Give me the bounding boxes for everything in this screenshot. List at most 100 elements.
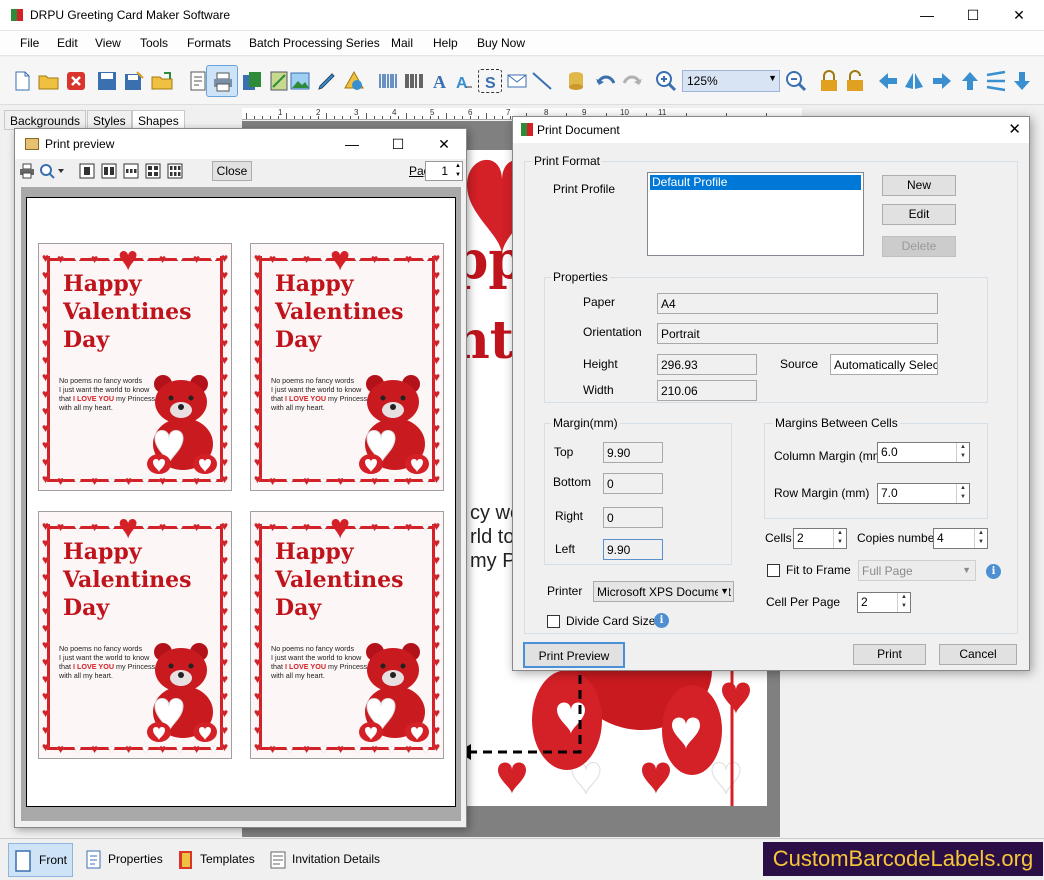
zoom-in-icon[interactable]	[654, 69, 678, 93]
symbol-icon[interactable]: S	[478, 69, 502, 93]
barcode-icon[interactable]	[376, 69, 400, 93]
zoom-select[interactable]: 125% ▼	[682, 70, 780, 92]
pencil-icon[interactable]	[315, 69, 339, 93]
stepper-arrows-icon[interactable]: ▲ ▼	[956, 484, 969, 503]
cells-stepper[interactable]: 2 ▲ ▼	[793, 528, 847, 549]
print-preview-button[interactable]: Print Preview	[523, 642, 625, 668]
pp-three-pages-icon[interactable]	[123, 163, 139, 179]
unlock-icon[interactable]	[843, 69, 867, 93]
orientation-field[interactable]: Portrait	[657, 323, 938, 344]
tab-templates[interactable]: Templates	[172, 843, 262, 877]
lock-icon[interactable]	[817, 69, 841, 93]
printer-select[interactable]: Microsoft XPS Document ▼	[593, 581, 734, 602]
margin-left-field[interactable]: 9.90	[603, 539, 663, 560]
delete-profile-button[interactable]: Delete	[882, 236, 956, 257]
pp-close-text-button[interactable]: Close	[212, 161, 252, 181]
divide-card-checkbox[interactable]	[547, 615, 560, 628]
divide-card-info-icon[interactable]: i	[654, 613, 669, 628]
mail-icon[interactable]	[505, 69, 529, 93]
maximize-button[interactable]: ☐	[950, 0, 996, 31]
tab-properties[interactable]: Properties	[80, 843, 170, 877]
wordart-icon[interactable]: A	[452, 69, 476, 93]
shapes-icon[interactable]	[342, 69, 366, 93]
menu-mail[interactable]: Mail	[391, 36, 413, 50]
menu-view[interactable]: View	[95, 36, 121, 50]
tab-front[interactable]: Front	[8, 843, 73, 877]
cell-per-page-stepper[interactable]: 2 ▲ ▼	[857, 592, 911, 613]
width-field[interactable]: 210.06	[657, 380, 757, 401]
pp-page-input[interactable]: 1 ▲ ▼	[425, 161, 463, 181]
new-profile-button[interactable]: New	[882, 175, 956, 196]
menu-edit[interactable]: Edit	[57, 36, 78, 50]
print-button[interactable]: Print	[853, 644, 926, 665]
pp-minimize-button[interactable]: —	[329, 129, 375, 159]
stepper-arrows-icon[interactable]: ▲ ▼	[897, 593, 910, 612]
flip-icon[interactable]	[902, 69, 926, 93]
pp-close-button[interactable]: ✕	[421, 129, 467, 159]
pp-six-pages-icon[interactable]	[167, 163, 183, 179]
close-doc-icon[interactable]	[64, 69, 88, 93]
barcode2-icon[interactable]	[402, 69, 426, 93]
column-margin-stepper[interactable]: 6.0 ▲ ▼	[877, 442, 970, 463]
menu-file[interactable]: File	[20, 36, 39, 50]
picture-icon[interactable]	[288, 69, 312, 93]
open-icon[interactable]	[37, 69, 61, 93]
menu-tools[interactable]: Tools	[140, 36, 168, 50]
undo-icon[interactable]	[594, 69, 618, 93]
menu-batch-processing[interactable]: Batch Processing Series	[249, 36, 380, 50]
margin-bottom-field[interactable]: 0	[603, 473, 663, 494]
dialog-close-icon[interactable]: ✕	[1008, 120, 1021, 138]
align-icon[interactable]	[984, 69, 1008, 93]
new-icon[interactable]	[10, 69, 34, 93]
print-icon[interactable]	[206, 65, 238, 97]
tab-backgrounds[interactable]: Backgrounds	[4, 110, 87, 130]
copies-stepper[interactable]: 4 ▲ ▼	[933, 528, 988, 549]
pp-two-pages-icon[interactable]	[101, 163, 117, 179]
pp-print-icon[interactable]	[19, 163, 35, 179]
paper-field[interactable]: A4	[657, 293, 938, 314]
fit-to-frame-checkbox[interactable]	[767, 564, 780, 577]
ruler-number: 1	[278, 108, 283, 117]
row-margin-stepper[interactable]: 7.0 ▲ ▼	[877, 483, 970, 504]
margin-top-field[interactable]: 9.90	[603, 442, 663, 463]
forward-icon[interactable]	[930, 69, 954, 93]
stepper-arrows-icon[interactable]: ▲ ▼	[956, 443, 969, 462]
save-icon[interactable]	[95, 69, 119, 93]
tab-properties-label: Properties	[108, 852, 163, 866]
margin-right-field[interactable]: 0	[603, 507, 663, 528]
database-icon[interactable]	[564, 69, 588, 93]
back-icon[interactable]	[876, 69, 900, 93]
close-button[interactable]: ✕	[996, 0, 1042, 31]
menu-help[interactable]: Help	[433, 36, 458, 50]
text-icon[interactable]: A	[428, 69, 452, 93]
tab-styles[interactable]: Styles	[87, 110, 132, 130]
fit-to-frame-select[interactable]: Full Page ▼	[858, 560, 976, 581]
edit-profile-button[interactable]: Edit	[882, 204, 956, 225]
print-profile-list[interactable]: Default Profile	[647, 172, 864, 256]
fit-to-frame-info-icon[interactable]: i	[986, 564, 1001, 579]
export-icon[interactable]	[150, 69, 174, 93]
menu-buy-now[interactable]: Buy Now	[477, 36, 525, 50]
line-icon[interactable]	[530, 69, 554, 93]
pp-page-spinner-icon[interactable]: ▲ ▼	[455, 162, 461, 180]
copy-icon[interactable]	[240, 69, 264, 93]
height-field[interactable]: 296.93	[657, 354, 757, 375]
profile-item-default[interactable]: Default Profile	[650, 175, 861, 190]
pp-one-page-icon[interactable]	[79, 163, 95, 179]
source-field[interactable]: Automatically Select	[830, 354, 938, 375]
zoom-out-icon[interactable]	[784, 69, 808, 93]
minimize-button[interactable]: —	[904, 0, 950, 31]
up-icon[interactable]	[958, 69, 982, 93]
pp-zoom-icon[interactable]	[39, 163, 65, 179]
redo-icon[interactable]	[620, 69, 644, 93]
stepper-arrows-icon[interactable]: ▲ ▼	[833, 529, 846, 548]
cancel-button[interactable]: Cancel	[939, 644, 1017, 665]
pp-maximize-button[interactable]: ☐	[375, 129, 421, 159]
pp-four-pages-icon[interactable]	[145, 163, 161, 179]
tab-shapes[interactable]: Shapes	[132, 110, 185, 130]
tab-invitation-details[interactable]: Invitation Details	[264, 843, 394, 877]
menu-formats[interactable]: Formats	[187, 36, 231, 50]
save-as-icon[interactable]	[122, 69, 146, 93]
stepper-arrows-icon[interactable]: ▲ ▼	[974, 529, 987, 548]
down-icon[interactable]	[1010, 69, 1034, 93]
